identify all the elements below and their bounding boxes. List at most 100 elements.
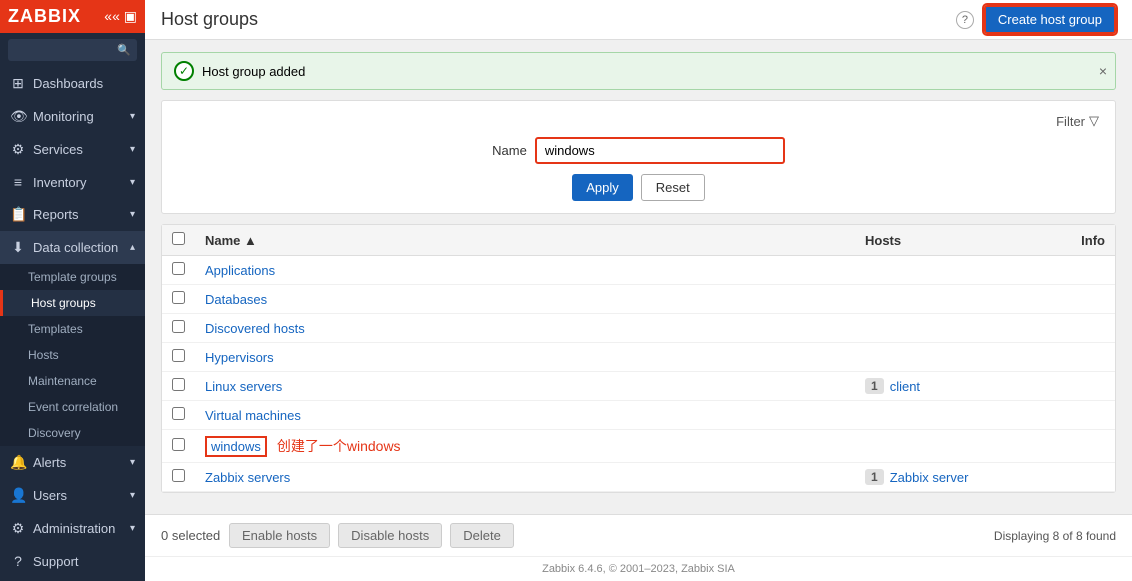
col-hosts-header: Hosts xyxy=(855,225,1055,256)
apply-button[interactable]: Apply xyxy=(572,174,633,201)
info-cell xyxy=(1055,401,1115,430)
event-correlation-label: Event correlation xyxy=(28,400,118,414)
sidebar-sub-template-groups[interactable]: Template groups xyxy=(0,264,145,290)
select-all-checkbox[interactable] xyxy=(172,232,185,245)
sidebar-item-support[interactable]: ? Support xyxy=(0,545,145,577)
zabbix-logo: ZABBIX xyxy=(8,6,81,27)
table-row: Discovered hosts xyxy=(162,314,1115,343)
row-checkbox[interactable] xyxy=(172,469,185,482)
table-row: Hypervisors xyxy=(162,343,1115,372)
host-group-name-link[interactable]: Hypervisors xyxy=(205,350,274,365)
sidebar-item-label: Users xyxy=(33,488,67,503)
host-group-name-link[interactable]: Applications xyxy=(205,263,275,278)
row-checkbox[interactable] xyxy=(172,291,185,304)
users-icon: 👤 xyxy=(10,487,26,504)
sidebar-sub-host-groups[interactable]: Host groups xyxy=(0,290,145,316)
row-checkbox[interactable] xyxy=(172,320,185,333)
filter-icon: ▽ xyxy=(1089,113,1099,129)
host-group-name-link[interactable]: Databases xyxy=(205,292,267,307)
notification-bar: ✓ Host group added × xyxy=(161,52,1116,90)
notification-close-button[interactable]: × xyxy=(1099,63,1107,79)
chevron-down-icon: ▾ xyxy=(130,457,135,468)
alerts-icon: 🔔 xyxy=(10,454,26,471)
host-link[interactable]: client xyxy=(890,379,920,394)
chevron-down-icon: ▾ xyxy=(130,523,135,534)
administration-icon: ⚙ xyxy=(10,520,26,537)
reports-icon: 📋 xyxy=(10,206,26,223)
table-row: Zabbix servers1Zabbix server xyxy=(162,463,1115,492)
row-checkbox[interactable] xyxy=(172,378,185,391)
sidebar-item-dashboards[interactable]: ⊞ Dashboards xyxy=(0,67,145,100)
col-name-header[interactable]: Name ▲ xyxy=(195,225,855,256)
hosts-label: Hosts xyxy=(28,348,59,362)
info-cell xyxy=(1055,314,1115,343)
delete-button[interactable]: Delete xyxy=(450,523,514,548)
filter-header: Filter ▽ xyxy=(178,113,1099,129)
enable-hosts-button[interactable]: Enable hosts xyxy=(229,523,330,548)
host-link[interactable]: Zabbix server xyxy=(890,470,969,485)
sidebar-item-data-collection[interactable]: ⬇ Data collection ▴ xyxy=(0,231,145,264)
host-group-name-link[interactable]: Discovered hosts xyxy=(205,321,305,336)
selected-count: 0 selected xyxy=(161,528,221,543)
row-checkbox[interactable] xyxy=(172,438,185,451)
templates-label: Templates xyxy=(28,322,83,336)
chevron-down-icon: ▾ xyxy=(130,490,135,501)
sidebar-item-administration[interactable]: ⚙ Administration ▾ xyxy=(0,512,145,545)
footer-text: Zabbix 6.4.6, © 2001–2023, Zabbix SIA xyxy=(542,563,735,575)
host-group-name-link[interactable]: Virtual machines xyxy=(205,408,301,423)
sidebar-sub-hosts[interactable]: Hosts xyxy=(0,342,145,368)
info-cell xyxy=(1055,430,1115,463)
info-cell xyxy=(1055,463,1115,492)
annotation-text: 创建了一个windows xyxy=(277,438,401,454)
filter-toggle[interactable]: Filter ▽ xyxy=(1056,113,1099,129)
sidebar-item-label: Alerts xyxy=(33,455,66,470)
sidebar-sub-templates[interactable]: Templates xyxy=(0,316,145,342)
sidebar-item-label: Services xyxy=(33,142,83,157)
host-group-name-link[interactable]: windows xyxy=(205,436,267,457)
sidebar-item-alerts[interactable]: 🔔 Alerts ▾ xyxy=(0,446,145,479)
info-cell xyxy=(1055,372,1115,401)
host-group-name-link[interactable]: Zabbix servers xyxy=(205,470,290,485)
create-host-group-button[interactable]: Create host group xyxy=(984,5,1116,34)
host-count-cell xyxy=(855,256,1055,285)
found-text: Displaying 8 of 8 found xyxy=(994,529,1116,543)
table-body: Applications Databases Discovered hosts Hyp… xyxy=(162,256,1115,492)
services-icon: ⚙ xyxy=(10,141,26,158)
sidebar-item-users[interactable]: 👤 Users ▾ xyxy=(0,479,145,512)
sidebar-item-inventory[interactable]: ≡ Inventory ▾ xyxy=(0,166,145,198)
notification-message: Host group added xyxy=(202,64,305,79)
sidebar-item-integrations[interactable]: ⬡ Integrations xyxy=(0,577,145,581)
sidebar-sub-discovery[interactable]: Discovery xyxy=(0,420,145,446)
reset-button[interactable]: Reset xyxy=(641,174,705,201)
table-row: Databases xyxy=(162,285,1115,314)
table-row: windows 创建了一个windows xyxy=(162,430,1115,463)
disable-hosts-button[interactable]: Disable hosts xyxy=(338,523,442,548)
sidebar-item-reports[interactable]: 📋 Reports ▾ xyxy=(0,198,145,231)
chevron-down-icon: ▾ xyxy=(130,177,135,188)
help-icon[interactable]: ? xyxy=(956,11,974,29)
filter-name-input[interactable] xyxy=(535,137,785,164)
row-checkbox[interactable] xyxy=(172,349,185,362)
host-count-cell: 1client xyxy=(855,372,1055,401)
sidebar-search-area: 🔍 xyxy=(0,33,145,67)
info-cell xyxy=(1055,285,1115,314)
bottom-bar: 0 selected Enable hosts Disable hosts De… xyxy=(145,514,1132,556)
host-count-cell xyxy=(855,314,1055,343)
row-checkbox[interactable] xyxy=(172,262,185,275)
sidebar-item-label: Data collection xyxy=(33,240,118,255)
collapse-icon[interactable]: «« ▣ xyxy=(104,8,137,25)
col-info-header: Info xyxy=(1055,225,1115,256)
topbar-right: ? Create host group xyxy=(956,5,1116,34)
sidebar-item-label: Administration xyxy=(33,521,115,536)
col-check-header xyxy=(162,225,195,256)
inventory-icon: ≡ xyxy=(10,174,26,190)
sidebar-sub-maintenance[interactable]: Maintenance xyxy=(0,368,145,394)
host-count-cell xyxy=(855,430,1055,463)
host-group-name-link[interactable]: Linux servers xyxy=(205,379,282,394)
sidebar-sub-event-correlation[interactable]: Event correlation xyxy=(0,394,145,420)
sidebar: ZABBIX «« ▣ 🔍 ⊞ Dashboards 👁 Monitoring … xyxy=(0,0,145,581)
row-checkbox[interactable] xyxy=(172,407,185,420)
sidebar-item-services[interactable]: ⚙ Services ▾ xyxy=(0,133,145,166)
sidebar-item-monitoring[interactable]: 👁 Monitoring ▾ xyxy=(0,100,145,133)
filter-buttons: Apply Reset xyxy=(178,174,1099,201)
